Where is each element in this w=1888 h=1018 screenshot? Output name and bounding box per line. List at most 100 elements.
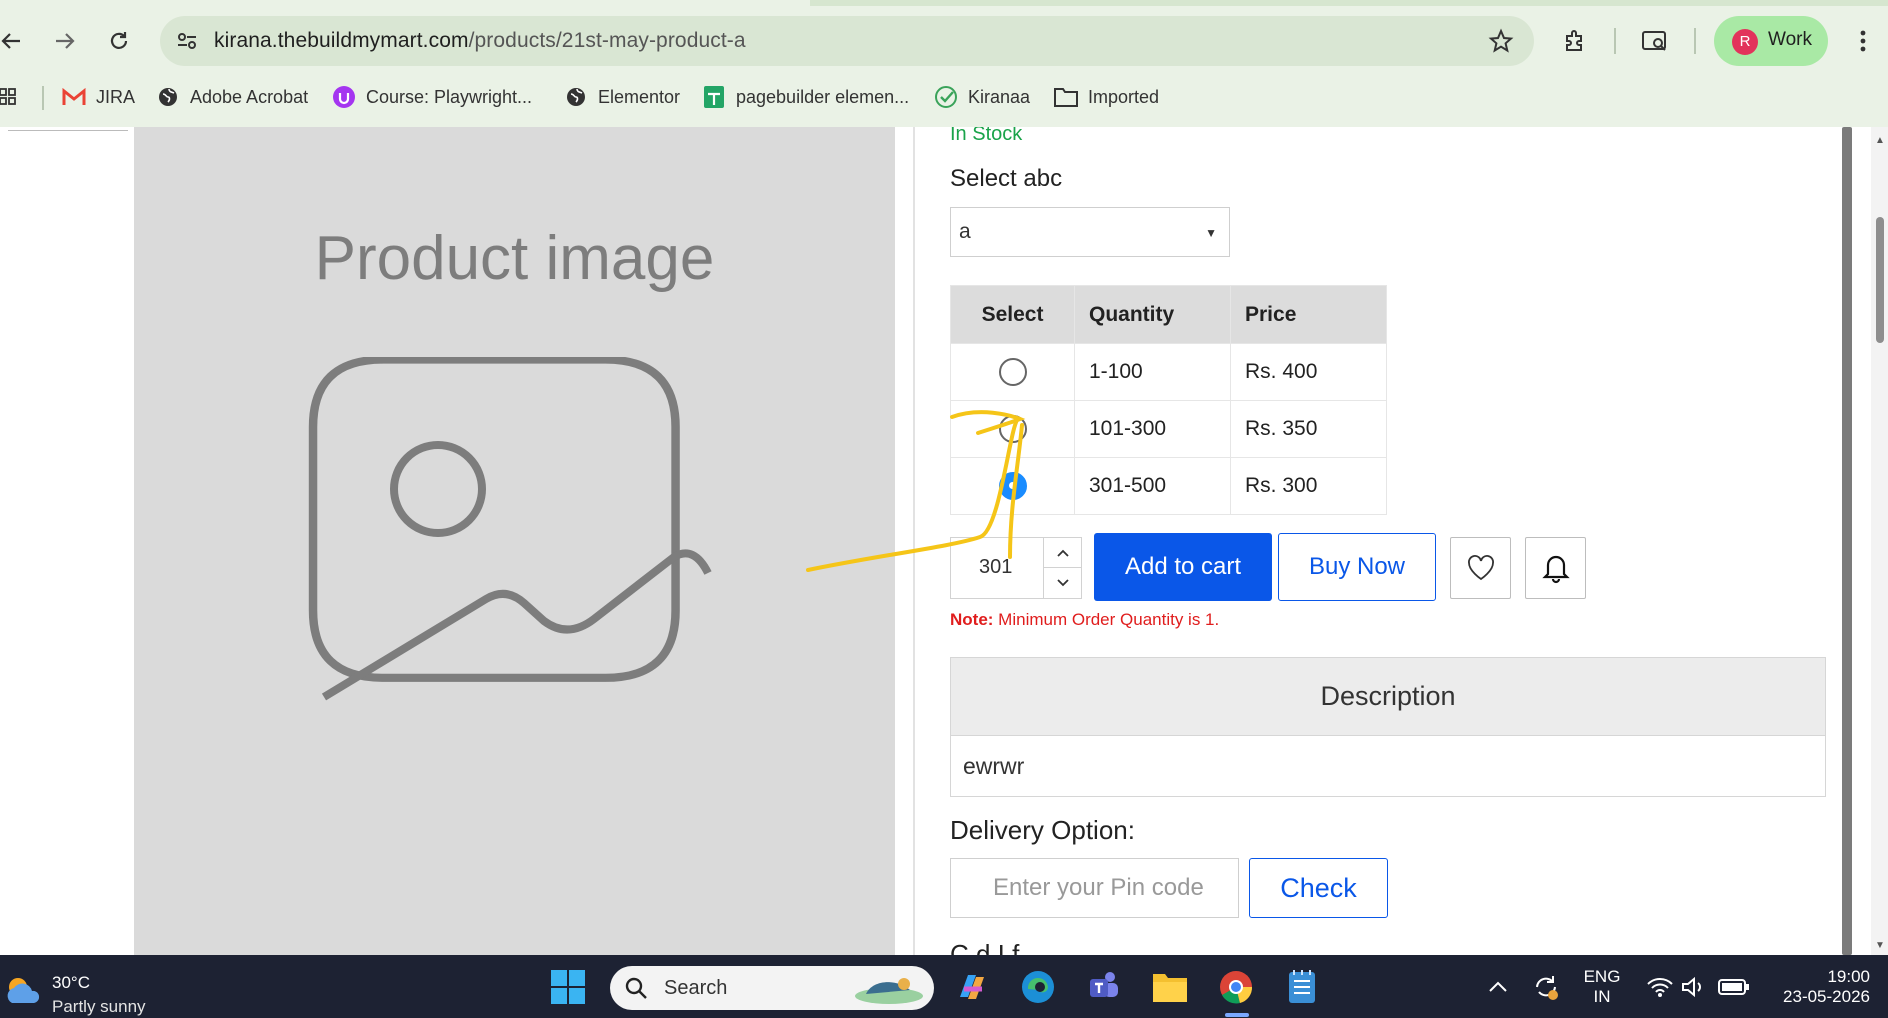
site-info-icon[interactable] bbox=[174, 28, 200, 54]
tier-radio-cell bbox=[950, 400, 1075, 458]
page-scrollbar-thumb[interactable] bbox=[1876, 217, 1884, 343]
active-tab[interactable] bbox=[0, 0, 810, 6]
note-label: Note: bbox=[950, 610, 994, 629]
check-icon bbox=[934, 85, 958, 109]
page-scrollbar[interactable]: ▲ ▼ bbox=[1871, 127, 1888, 955]
quantity-value[interactable]: 301 bbox=[979, 556, 1012, 579]
file-explorer-icon[interactable] bbox=[1150, 967, 1190, 1007]
address-bar[interactable]: kirana.thebuildmymart.com/products/21st-… bbox=[160, 16, 1534, 66]
search-label: Search bbox=[664, 977, 728, 999]
bookmarks-bar: JIRA Adobe Acrobat Course: Playwright...… bbox=[0, 80, 1888, 114]
windows-start-icon[interactable] bbox=[548, 967, 588, 1007]
product-image[interactable]: Product image bbox=[134, 127, 895, 955]
clock-date: 23-05-2026 bbox=[1783, 987, 1870, 1006]
bookmark-label: Course: Playwright... bbox=[366, 86, 533, 107]
profile-button[interactable]: R Work bbox=[1714, 16, 1828, 66]
bookmark-pagebuilder[interactable]: pagebuilder elemen... bbox=[702, 82, 909, 112]
bookmark-label: Kiranaa bbox=[968, 86, 1031, 107]
edge-icon[interactable] bbox=[1018, 967, 1058, 1007]
increment-icon[interactable] bbox=[1044, 538, 1081, 568]
table-row: 301-500 Rs. 300 bbox=[950, 457, 1387, 515]
inner-scrollbar[interactable] bbox=[1842, 127, 1852, 955]
note-text: Minimum Order Quantity is 1. bbox=[993, 610, 1220, 629]
screen: kirana.thebuildmymart.com/products/21st-… bbox=[0, 0, 1888, 1018]
description-title[interactable]: Description bbox=[951, 658, 1825, 736]
stock-status: In Stock bbox=[950, 127, 1023, 145]
pincode-input[interactable]: Enter your Pin code bbox=[950, 858, 1239, 918]
bookmark-imported[interactable]: Imported bbox=[1054, 82, 1159, 112]
column-header-price: Price bbox=[1230, 285, 1387, 344]
bookmark-kiranaa[interactable]: Kiranaa bbox=[934, 82, 1030, 112]
taskbar-search[interactable]: Search bbox=[610, 966, 934, 1010]
bookmark-course-playwright[interactable]: Course: Playwright... bbox=[332, 82, 532, 112]
tier-radio-1-100[interactable] bbox=[998, 358, 1027, 386]
battery-icon[interactable] bbox=[1714, 967, 1754, 1007]
decrement-icon[interactable] bbox=[1044, 568, 1081, 598]
scroll-down-icon[interactable]: ▼ bbox=[1875, 940, 1885, 951]
bookmark-label: Adobe Acrobat bbox=[190, 86, 309, 107]
search-icon bbox=[625, 977, 647, 999]
wishlist-button[interactable] bbox=[1450, 537, 1511, 599]
clock-time: 19:00 bbox=[1827, 967, 1870, 986]
image-placeholder-icon bbox=[308, 357, 712, 701]
avatar: R bbox=[1732, 29, 1758, 55]
url-path: /products/21st-may-product-a bbox=[468, 29, 746, 52]
bookmark-star-icon[interactable] bbox=[1488, 28, 1514, 54]
teams-icon[interactable] bbox=[1084, 967, 1124, 1007]
lang-region: IN bbox=[1593, 987, 1611, 1006]
product-image-caption: Product image bbox=[314, 224, 715, 293]
table-row: 1-100 Rs. 400 bbox=[950, 343, 1387, 401]
buy-now-button[interactable]: Buy Now bbox=[1278, 533, 1436, 601]
bookmark-label: Elementor bbox=[598, 86, 681, 107]
notify-button[interactable] bbox=[1525, 537, 1586, 599]
back-icon[interactable] bbox=[0, 22, 30, 60]
bookmark-adobe-acrobat[interactable]: Adobe Acrobat bbox=[156, 82, 308, 112]
column-header-select: Select bbox=[950, 285, 1075, 344]
tier-quantity: 301-500 bbox=[1074, 457, 1231, 515]
partly-sunny-icon bbox=[7, 978, 40, 1003]
inner-scrollbar-thumb[interactable] bbox=[1842, 127, 1852, 955]
folder-icon bbox=[1054, 85, 1078, 109]
min-order-note: Note: Minimum Order Quantity is 1. bbox=[950, 610, 1219, 630]
weather-condition: Partly sunny bbox=[52, 997, 146, 1016]
quantity-stepper[interactable]: 301 bbox=[950, 537, 1082, 599]
scroll-up-icon[interactable]: ▲ bbox=[1875, 135, 1885, 146]
volume-icon[interactable] bbox=[1674, 967, 1714, 1007]
forward-icon[interactable] bbox=[46, 22, 84, 60]
heart-icon bbox=[1467, 555, 1494, 581]
variant-select[interactable]: a ▼ bbox=[950, 207, 1230, 257]
left-column-edge bbox=[8, 127, 128, 131]
table-row: 101-300 Rs. 350 bbox=[950, 400, 1387, 458]
tier-radio-101-300[interactable] bbox=[998, 415, 1027, 443]
temperature: 30°C bbox=[52, 973, 90, 992]
gmail-icon bbox=[62, 85, 86, 109]
notepad-icon[interactable] bbox=[1282, 967, 1322, 1007]
copilot-icon[interactable] bbox=[952, 967, 992, 1007]
taskbar: 30°C Partly sunny Search ENG IN 19:00 23… bbox=[0, 955, 1888, 1018]
extensions-icon[interactable] bbox=[1556, 22, 1594, 60]
column-header-quantity: Quantity bbox=[1074, 285, 1231, 344]
check-pincode-button[interactable]: Check bbox=[1249, 858, 1388, 918]
apps-grid-icon[interactable] bbox=[0, 82, 16, 112]
bookmark-jira[interactable]: JIRA bbox=[62, 82, 135, 112]
tab-search-icon[interactable] bbox=[1636, 22, 1674, 60]
bookmarks-divider bbox=[42, 86, 44, 110]
language-indicator[interactable]: ENG IN bbox=[1580, 967, 1624, 1007]
tier-price: Rs. 400 bbox=[1230, 343, 1387, 401]
clock[interactable]: 19:00 23-05-2026 bbox=[1768, 967, 1878, 1007]
more-menu-icon[interactable] bbox=[1848, 24, 1878, 58]
tier-radio-301-500[interactable] bbox=[998, 472, 1027, 500]
reload-icon[interactable] bbox=[100, 22, 138, 60]
bookmark-elementor[interactable]: Elementor bbox=[564, 82, 680, 112]
quantity-spinner bbox=[1043, 538, 1081, 598]
bookmark-label: Imported bbox=[1088, 86, 1160, 107]
url-text[interactable]: kirana.thebuildmymart.com/products/21st-… bbox=[214, 29, 746, 53]
description-panel: Description ewrwr bbox=[950, 657, 1826, 797]
chevron-up-icon[interactable] bbox=[1478, 967, 1518, 1007]
add-to-cart-button[interactable]: Add to cart bbox=[1094, 533, 1272, 601]
delivery-option-label: Delivery Option: bbox=[950, 815, 1135, 845]
sync-icon[interactable] bbox=[1526, 967, 1566, 1007]
chrome-icon[interactable] bbox=[1216, 967, 1256, 1007]
globe-icon bbox=[156, 85, 180, 109]
tier-radio-cell bbox=[950, 457, 1075, 515]
